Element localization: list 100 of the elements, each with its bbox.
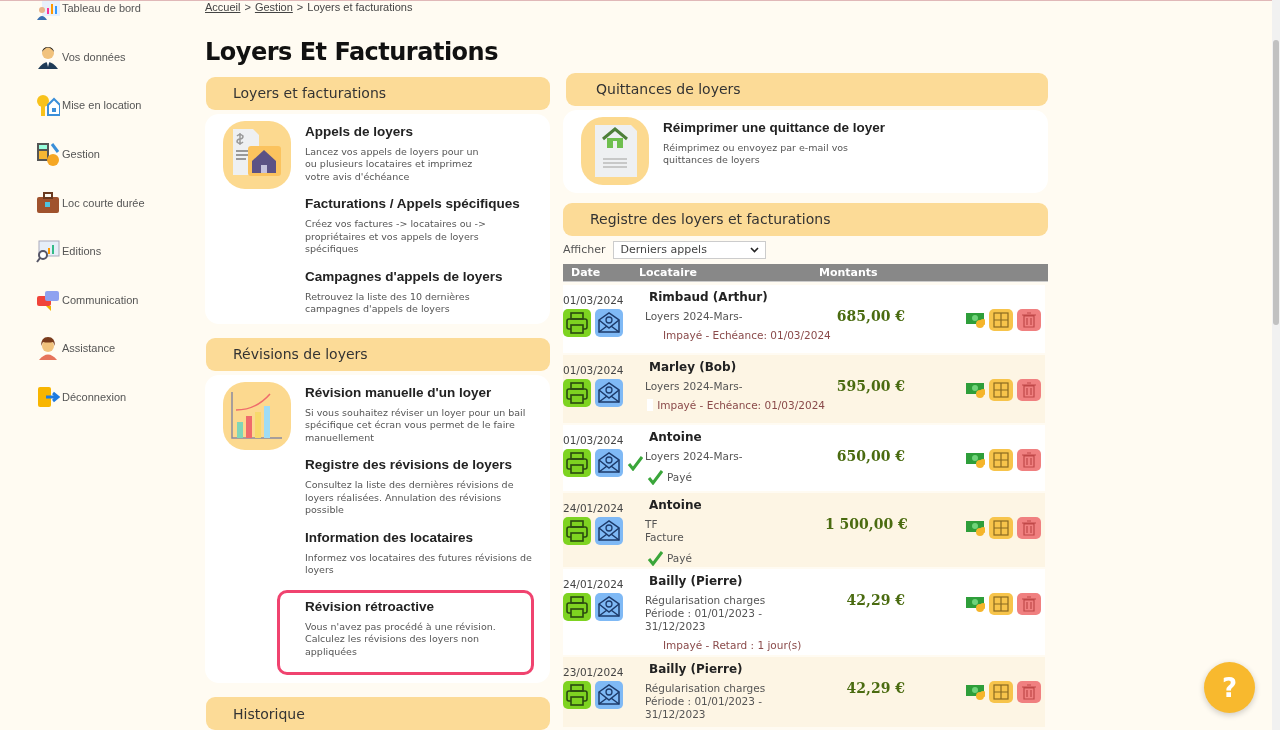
suitcase-icon xyxy=(36,190,60,215)
tenant-name: Marley (Bob) xyxy=(649,359,738,374)
envelope-icon[interactable] xyxy=(595,516,623,545)
date-cell-text: 01/03/2024 xyxy=(563,363,625,376)
section-title: Registre des loyers et facturations xyxy=(590,211,831,227)
breadcrumb-link[interactable]: Gestion xyxy=(254,1,293,14)
printer-icon[interactable] xyxy=(563,516,591,545)
tenant-name: Bailly (Pierre) xyxy=(649,661,744,676)
trash-icon[interactable] xyxy=(1017,378,1041,401)
person-icon xyxy=(36,44,60,69)
feature-icon xyxy=(581,116,649,185)
feature-link[interactable]: Facturations / Appels spécifiques xyxy=(305,196,536,211)
trash-icon[interactable] xyxy=(1017,680,1041,703)
row-description: Régularisation charges xyxy=(645,681,767,695)
row-description: Régularisation charges xyxy=(645,593,767,607)
amount-cell-text: 650,00 € xyxy=(835,446,905,466)
key-house-icon xyxy=(36,93,60,118)
column-header: Montants xyxy=(819,265,878,279)
feature-description: Si vous souhaitez réviser un loyer pour un bail spécifique cet écran vous permet de le faire manuellement xyxy=(305,406,527,444)
printer-icon[interactable] xyxy=(563,308,591,337)
caret-icon xyxy=(750,246,760,253)
payment-status: Impayé - Echéance: 01/03/2024 xyxy=(663,328,831,341)
page-title: Loyers Et Facturations xyxy=(205,37,499,66)
date-cell-text: 24/01/2024 xyxy=(563,577,625,590)
printer-icon[interactable] xyxy=(563,592,591,621)
breadcrumb-separator: > xyxy=(244,1,251,14)
tenant-name: Antoine xyxy=(649,497,703,512)
section-title: Loyers et facturations xyxy=(233,85,387,101)
feature-description: Vous n'avez pas procédé à une révision. Calculez les révisions des loyers non appliquées xyxy=(305,620,497,658)
feature-description: Créez vos factures -> locataires ou -> propriétaires et vos appels de loyers spécifiques xyxy=(305,218,487,256)
payment-status: Impayé - Echéance: 01/03/2024 xyxy=(657,398,825,411)
row-description: TF xyxy=(645,517,659,531)
row-description: Loyers 2024-Mars- xyxy=(645,449,744,463)
envelope-icon[interactable] xyxy=(595,448,623,477)
sidebar-item[interactable]: Gestion xyxy=(62,148,100,161)
trash-icon[interactable] xyxy=(1017,516,1041,539)
feature-link[interactable]: Révision manuelle d'un loyer xyxy=(305,384,536,400)
payment-status: Payé xyxy=(667,551,692,564)
grid-icon[interactable] xyxy=(989,516,1013,539)
feature-description: Informez vos locataires des futures révisions de loyers xyxy=(305,551,533,577)
date-cell-text: 23/01/2024 xyxy=(563,665,625,678)
grid-icon[interactable] xyxy=(989,680,1013,703)
headset-person-icon xyxy=(36,336,60,361)
feature-description: Lancez vos appels de loyers pour un ou plusieurs locataires et imprimez votre avis d'échéance xyxy=(305,145,480,183)
exit-door-icon xyxy=(36,385,60,410)
row-description: Loyers 2024-Mars- xyxy=(645,379,744,393)
feature-icon xyxy=(223,120,291,189)
printer-icon[interactable] xyxy=(563,448,591,477)
date-cell-text: 24/01/2024 xyxy=(563,501,625,514)
feature-icon xyxy=(223,381,291,450)
grid-icon[interactable] xyxy=(989,448,1013,471)
date-cell-text: 01/03/2024 xyxy=(563,433,625,446)
printer-icon[interactable] xyxy=(563,680,591,709)
feature-link[interactable]: Information des locataires xyxy=(305,529,536,545)
row-description: 31/12/2023 xyxy=(645,619,707,633)
section-title: Révisions de loyers xyxy=(233,346,368,362)
amount-cell-text: 595,00 € xyxy=(835,376,905,396)
row-description: 31/12/2023 xyxy=(645,707,707,721)
breadcrumb-link[interactable]: Accueil xyxy=(205,1,241,14)
checkbox[interactable] xyxy=(647,398,654,411)
tenant-name: Rimbaud (Arthur) xyxy=(649,289,769,304)
envelope-icon[interactable] xyxy=(595,592,623,621)
sidebar-item[interactable]: Assistance xyxy=(62,342,116,355)
breadcrumb-current: Loyers et facturations xyxy=(307,1,413,14)
amount-cell-text: 42,29 € xyxy=(845,590,905,610)
feature-link[interactable]: Campagnes d'appels de loyers xyxy=(305,268,536,284)
printer-icon[interactable] xyxy=(563,378,591,407)
section-title: Historique xyxy=(233,705,305,722)
envelope-icon[interactable] xyxy=(595,378,623,407)
feature-description: Réimprimez ou envoyez par e-mail vos quittances de loyers xyxy=(663,141,850,167)
grid-icon[interactable] xyxy=(989,378,1013,401)
tenant-name: Antoine xyxy=(649,429,703,444)
feature-link[interactable]: Registre des révisions de loyers xyxy=(305,457,536,472)
breadcrumb-separator: > xyxy=(296,1,304,14)
trash-icon[interactable] xyxy=(1017,448,1041,471)
sidebar-item[interactable]: Vos données xyxy=(62,50,126,63)
sidebar-item[interactable]: Editions xyxy=(62,245,102,258)
tenant-name: Bailly (Pierre) xyxy=(649,573,744,588)
filter-dropdown[interactable]: Derniers appels xyxy=(613,240,767,259)
sidebar-item[interactable]: Mise en location xyxy=(62,99,142,112)
trash-icon[interactable] xyxy=(1017,592,1041,615)
feature-link[interactable]: Appels de loyers xyxy=(305,123,536,139)
feature-link[interactable]: Réimprimer une quittance de loyer xyxy=(663,119,1034,135)
monitor-magnifier-icon xyxy=(36,239,60,264)
date-cell-text: 01/03/2024 xyxy=(563,293,625,306)
grid-icon[interactable] xyxy=(989,592,1013,615)
sidebar-item[interactable]: Déconnexion xyxy=(62,391,127,404)
envelope-icon[interactable] xyxy=(595,680,623,709)
envelope-icon[interactable] xyxy=(595,308,623,337)
sidebar-item[interactable]: Communication xyxy=(62,293,139,306)
row-description: Période : 01/01/2023 - xyxy=(645,606,764,620)
row-description: Loyers 2024-Mars- xyxy=(645,309,744,323)
trash-icon[interactable] xyxy=(1017,308,1041,331)
sidebar-item[interactable]: Loc courte durée xyxy=(62,196,145,209)
feature-link[interactable]: Révision rétroactive xyxy=(305,598,519,614)
filter-label: Afficher xyxy=(563,243,606,256)
sidebar-item[interactable]: Tableau de bord xyxy=(62,2,141,15)
grid-icon[interactable] xyxy=(989,308,1013,331)
section-title: Quittances de loyers xyxy=(596,81,741,97)
feature-description: Retrouvez la liste des 10 dernières campagnes d'appels de loyers xyxy=(305,290,471,316)
